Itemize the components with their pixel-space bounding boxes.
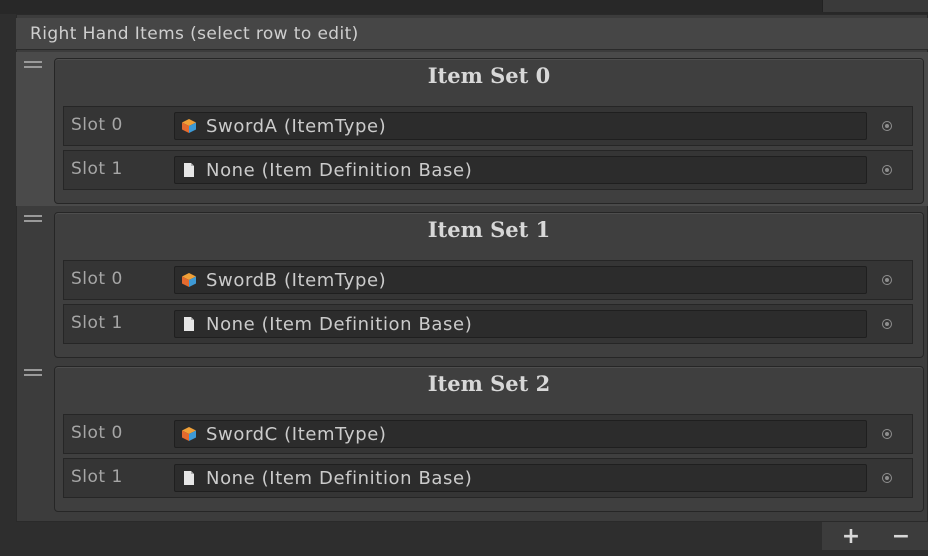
list-footer: + − (822, 522, 928, 550)
object-field[interactable]: None (Item Definition Base) (174, 156, 867, 184)
item-set-title: Item Set 0 (427, 63, 551, 88)
object-picker-icon[interactable] (882, 165, 892, 175)
slot-row: Slot 1 None (Item Definition Base) (63, 304, 913, 344)
object-picker-icon[interactable] (882, 319, 892, 329)
drag-handle-icon[interactable] (24, 61, 42, 71)
document-icon (184, 163, 194, 177)
object-field[interactable]: SwordA (ItemType) (174, 112, 867, 140)
object-field-value: None (Item Definition Base) (206, 160, 473, 181)
remove-item-set-button[interactable]: − (876, 522, 926, 550)
drag-handle-icon[interactable] (24, 369, 42, 379)
item-set-title: Item Set 2 (427, 371, 551, 396)
document-icon (184, 471, 194, 485)
object-field-value: None (Item Definition Base) (206, 314, 473, 335)
slot-label: Slot 1 (71, 313, 123, 333)
slot-label: Slot 0 (71, 423, 123, 443)
slot-row: Slot 1 None (Item Definition Base) (63, 458, 913, 498)
item-set-row-0[interactable]: Item Set 0 Slot 0 SwordA (ItemType) Slot… (16, 52, 928, 206)
object-field-value: SwordA (ItemType) (206, 116, 387, 137)
item-set-row-2[interactable]: Item Set 2 Slot 0 SwordC (ItemType) Slot… (16, 360, 928, 514)
slot-row: Slot 0 SwordA (ItemType) (63, 106, 913, 146)
object-field-value: None (Item Definition Base) (206, 468, 473, 489)
item-set-row-1[interactable]: Item Set 1 Slot 0 SwordB (ItemType) Slot… (16, 206, 928, 360)
item-type-cube-icon (182, 119, 196, 133)
slot-row: Slot 0 SwordB (ItemType) (63, 260, 913, 300)
add-item-set-button[interactable]: + (826, 522, 876, 550)
document-icon (184, 317, 194, 331)
slot-row: Slot 0 SwordC (ItemType) (63, 414, 913, 454)
slot-row: Slot 1 None (Item Definition Base) (63, 150, 913, 190)
object-field[interactable]: None (Item Definition Base) (174, 310, 867, 338)
object-picker-icon[interactable] (882, 429, 892, 439)
item-sets-reorderable-list: Right Hand Items (select row to edit) It… (16, 14, 928, 522)
object-field-value: SwordC (ItemType) (206, 424, 387, 445)
window-top-strip (0, 0, 928, 14)
item-type-cube-icon (182, 427, 196, 441)
item-set-box: Item Set 2 Slot 0 SwordC (ItemType) Slot… (54, 366, 924, 512)
item-type-cube-icon (182, 273, 196, 287)
slot-label: Slot 1 (71, 467, 123, 487)
object-field-value: SwordB (ItemType) (206, 270, 387, 291)
object-field[interactable]: None (Item Definition Base) (174, 464, 867, 492)
item-set-box: Item Set 1 Slot 0 SwordB (ItemType) Slot… (54, 212, 924, 358)
drag-handle-icon[interactable] (24, 215, 42, 225)
top-tab (822, 0, 928, 12)
item-set-box: Item Set 0 Slot 0 SwordA (ItemType) Slot… (54, 58, 924, 204)
slot-label: Slot 0 (71, 115, 123, 135)
slot-label: Slot 1 (71, 159, 123, 179)
slot-label: Slot 0 (71, 269, 123, 289)
object-picker-icon[interactable] (882, 473, 892, 483)
object-field[interactable]: SwordC (ItemType) (174, 420, 867, 448)
object-picker-icon[interactable] (882, 275, 892, 285)
list-header: Right Hand Items (select row to edit) (16, 18, 928, 50)
object-picker-icon[interactable] (882, 121, 892, 131)
item-set-title: Item Set 1 (427, 217, 551, 242)
list-header-label: Right Hand Items (select row to edit) (30, 24, 359, 44)
object-field[interactable]: SwordB (ItemType) (174, 266, 867, 294)
